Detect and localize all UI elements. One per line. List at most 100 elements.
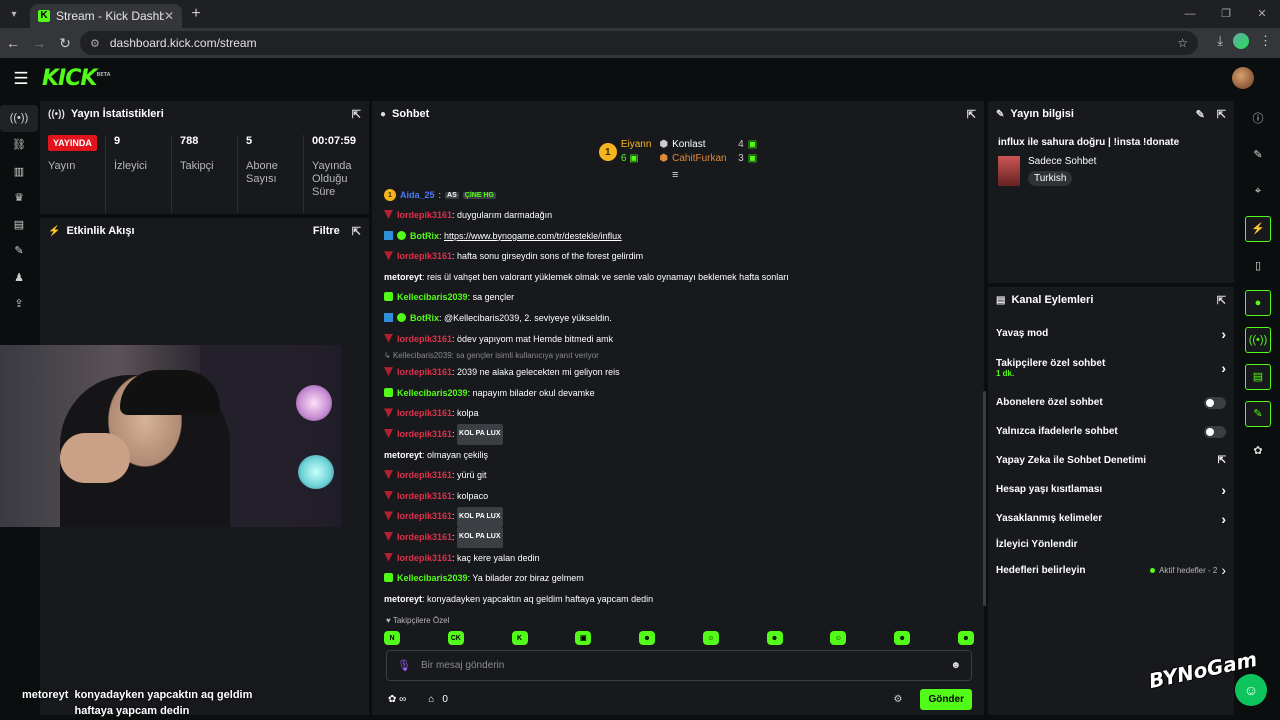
chat-username[interactable]: lordepik3161	[397, 334, 452, 344]
restore-icon[interactable]: ❐	[1208, 0, 1244, 28]
channel-action-item[interactable]: Yasaklanmış kelimeler ›	[988, 504, 1234, 533]
activity-panel-header: ⚡ Etkinlik Akışı Filtre ⇱	[40, 218, 369, 244]
forward-icon[interactable]: →	[26, 35, 52, 51]
info-icon[interactable]: ⓘ	[1236, 99, 1280, 136]
emote-button[interactable]: CK	[447, 631, 464, 645]
chat-username[interactable]: metoreyt	[384, 272, 422, 282]
user-avatar[interactable]	[1232, 67, 1254, 89]
chat-username[interactable]: Kellecibaris2039	[397, 573, 468, 583]
message-text[interactable]: https://www.bynogame.com/tr/destekle/inf…	[444, 231, 622, 241]
chat-username[interactable]: metoreyt	[384, 594, 422, 604]
site-info-icon[interactable]: ⚙	[90, 37, 100, 50]
broadcast-toggle-icon[interactable]: ((•))	[1236, 321, 1280, 358]
chat-username[interactable]: lordepik3161	[397, 532, 452, 542]
chat-username[interactable]: BotRix	[410, 313, 439, 323]
window-close-icon[interactable]: ✕	[1244, 0, 1280, 28]
popout-icon[interactable]: ⇱	[967, 108, 976, 121]
hamburger-menu-icon[interactable]: ☰	[0, 69, 42, 89]
download-icon[interactable]: ⤓	[1217, 33, 1223, 49]
channel-action-item[interactable]: Abonelere özel sohbet	[988, 388, 1234, 417]
microphone-icon[interactable]: 🎙	[397, 659, 411, 672]
channel-action-item[interactable]: Takipçilere özel sohbet 1 dk. ›	[988, 348, 1234, 388]
pen-icon[interactable]: ✎	[1236, 136, 1280, 173]
chat-username[interactable]: BotRix	[410, 231, 439, 241]
chat-message: BotRix: https://www.bynogame.com/tr/dest…	[384, 226, 964, 247]
chat-username[interactable]: lordepik3161	[397, 470, 452, 480]
reload-icon[interactable]: ↻	[52, 35, 78, 52]
chat-username[interactable]: lordepik3161	[397, 553, 452, 563]
store-icon[interactable]: ⌂	[428, 694, 434, 705]
edit-icon[interactable]: ✎	[1196, 108, 1205, 121]
broadcast-icon[interactable]: ((•))	[0, 105, 38, 132]
message-text: kolpa	[457, 408, 479, 419]
emote-button[interactable]: ☻	[766, 631, 783, 645]
analytics-icon[interactable]: ▥	[0, 158, 38, 185]
chat-username[interactable]: lordepik3161	[397, 367, 452, 377]
channel-points-icon[interactable]: ✿ ∞	[388, 694, 406, 705]
chat-toggle-icon[interactable]: ●	[1236, 284, 1280, 321]
toggle-switch[interactable]	[1204, 396, 1226, 409]
chevron-right-icon: ›	[1221, 562, 1226, 578]
emote-button[interactable]: ☻	[957, 631, 974, 645]
chat-username[interactable]: lordepik3161	[397, 408, 452, 418]
popout-icon[interactable]: ⇱	[352, 108, 361, 121]
emote-button[interactable]: ☻	[894, 631, 911, 645]
filter-button[interactable]: Filtre	[313, 225, 340, 237]
profile-avatar-icon[interactable]	[1233, 33, 1249, 49]
send-button[interactable]: Gönder	[920, 688, 972, 710]
chat-username[interactable]: lordepik3161	[397, 251, 452, 261]
chat-username[interactable]: metoreyt	[384, 450, 422, 460]
wrench-toggle-icon[interactable]: ✎	[1236, 395, 1280, 432]
channel-action-item[interactable]: Hesap yaşı kısıtlaması ›	[988, 475, 1234, 504]
popout-icon[interactable]: ⇱	[1217, 294, 1226, 307]
stats-toggle-icon[interactable]: ▤	[1236, 358, 1280, 395]
kick-logo[interactable]: KICK BETA	[42, 66, 111, 91]
chat-username[interactable]: lordepik3161	[397, 491, 452, 501]
emote-button[interactable]: ☺	[702, 631, 719, 645]
popout-icon[interactable]: ⇱	[352, 225, 361, 238]
chat-message-input[interactable]: 🎙 Bir mesaj gönderin ☻	[386, 650, 972, 681]
chat-username[interactable]: lordepik3161	[397, 429, 452, 439]
document-icon[interactable]: ▯	[1236, 247, 1280, 284]
toggle-switch[interactable]	[1204, 425, 1226, 438]
more-icon[interactable]: ✿	[1236, 432, 1280, 469]
emote-button[interactable]: ☻	[639, 631, 656, 645]
link-icon[interactable]: ⛓	[0, 132, 38, 159]
tab-search-icon[interactable]: ▾	[0, 0, 28, 28]
back-icon[interactable]: ←	[0, 35, 26, 51]
wrench-icon[interactable]: ✎	[0, 238, 38, 265]
tab-close-icon[interactable]: ✕	[164, 9, 174, 23]
chat-scrollbar[interactable]	[983, 391, 986, 606]
trophy-icon[interactable]: ♛	[0, 185, 38, 212]
address-bar[interactable]: ⚙ dashboard.kick.com/stream ☆	[80, 31, 1198, 55]
emote-button[interactable]: K	[511, 631, 528, 645]
chat-username[interactable]: lordepik3161	[397, 511, 452, 521]
users-icon[interactable]: ♟	[0, 264, 38, 291]
minimize-icon[interactable]: —	[1172, 0, 1208, 28]
browser-menu-icon[interactable]: ⋮	[1259, 33, 1272, 49]
support-chat-icon[interactable]: ☺	[1235, 674, 1267, 706]
chat-username[interactable]: Kellecibaris2039	[397, 292, 468, 302]
chat-username[interactable]: Aida_25	[400, 190, 435, 200]
chat-username[interactable]: Kellecibaris2039	[397, 388, 468, 398]
focus-icon[interactable]: ⌖	[1236, 173, 1280, 210]
new-tab-icon[interactable]: +	[182, 5, 210, 23]
media-icon[interactable]: ▤	[0, 211, 38, 238]
upload-icon[interactable]: ⇪	[0, 291, 38, 318]
emote-button[interactable]: ▣	[575, 631, 592, 645]
channel-action-item[interactable]: Hedefleri belirleyin Aktif hedefler - 2 ›	[988, 555, 1234, 585]
emote-button[interactable]: N	[384, 631, 400, 645]
expand-leaderboard-icon[interactable]: ≡	[672, 169, 678, 181]
bolt-toggle-icon[interactable]: ⚡	[1236, 210, 1280, 247]
popout-icon[interactable]: ⇱	[1217, 108, 1226, 121]
bookmark-star-icon[interactable]: ☆	[1177, 36, 1188, 50]
channel-action-item[interactable]: İzleyici Yönlendir	[988, 533, 1234, 555]
channel-action-item[interactable]: Yalnızca ifadelerle sohbet	[988, 417, 1234, 446]
channel-action-item[interactable]: Yavaş mod ›	[988, 319, 1234, 348]
emoji-picker-icon[interactable]: ☻	[950, 660, 961, 671]
channel-action-item[interactable]: Yapay Zeka ile Sohbet Denetimi ⇱	[988, 446, 1234, 475]
chat-settings-icon[interactable]: ⚙	[893, 694, 902, 705]
emote-button[interactable]: ☺	[830, 631, 847, 645]
chat-username[interactable]: lordepik3161	[397, 210, 452, 220]
browser-tab[interactable]: K Stream - Kick Dashboard ✕	[30, 4, 182, 28]
